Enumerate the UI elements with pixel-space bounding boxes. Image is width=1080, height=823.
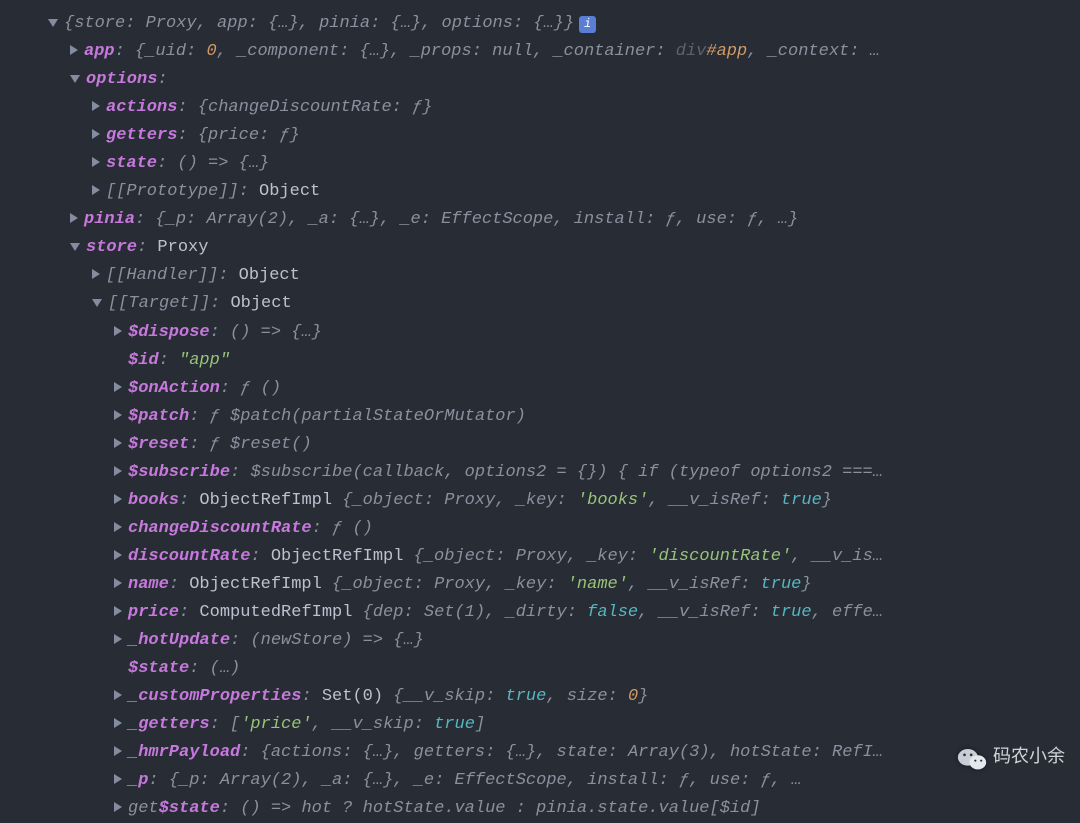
brace-open: { — [64, 10, 74, 38]
chevron-right-icon — [114, 774, 122, 784]
chevron-down-icon — [70, 243, 80, 251]
chevron-right-icon — [114, 326, 122, 336]
prop-target-id[interactable]: $id: "app" — [0, 347, 1080, 375]
chevron-right-icon — [92, 157, 100, 167]
watermark: 码农小余 — [957, 744, 1065, 774]
prop-target-customproperties[interactable]: _customProperties: Set(0) { __v_skip: tr… — [0, 683, 1080, 711]
prop-target-getters[interactable]: _getters: ['price', __v_skip: true] — [0, 711, 1080, 739]
chevron-down-icon — [92, 299, 102, 307]
chevron-right-icon — [114, 522, 122, 532]
chevron-right-icon — [114, 802, 122, 812]
prop-target-hotupdate[interactable]: _hotUpdate: (newStore) => {…} — [0, 627, 1080, 655]
chevron-right-icon — [114, 494, 122, 504]
info-icon[interactable]: i — [579, 16, 596, 33]
chevron-right-icon — [114, 578, 122, 588]
prop-options-actions[interactable]: actions: {changeDiscountRate: ƒ} — [0, 94, 1080, 122]
chevron-right-icon — [92, 101, 100, 111]
prop-target-changediscountrate[interactable]: changeDiscountRate: ƒ () — [0, 515, 1080, 543]
chevron-right-icon — [114, 550, 122, 560]
chevron-right-icon — [114, 466, 122, 476]
prop-target-patch[interactable]: $patch: ƒ $patch(partialStateOrMutator) — [0, 403, 1080, 431]
prop-target-hmrpayload[interactable]: _hmrPayload: { actions: {…}, getters: {…… — [0, 739, 1080, 767]
prop-target-dispose[interactable]: $dispose: () => {…} — [0, 319, 1080, 347]
prop-target-onaction[interactable]: $onAction: ƒ () — [0, 375, 1080, 403]
chevron-right-icon — [70, 45, 78, 55]
prop-target-getstate[interactable]: get $state: () => hot ? hotState.value :… — [0, 795, 1080, 823]
chevron-right-icon — [114, 746, 122, 756]
chevron-right-icon — [114, 690, 122, 700]
chevron-right-icon — [70, 213, 78, 223]
watermark-text: 码农小余 — [993, 744, 1065, 774]
prop-target-reset[interactable]: $reset: ƒ $reset() — [0, 431, 1080, 459]
chevron-right-icon — [114, 718, 122, 728]
prop-pinia[interactable]: pinia: { _p: Array(2), _a: {…}, _e: Effe… — [0, 206, 1080, 234]
prop-store-handler[interactable]: [[Handler]]: Object — [0, 262, 1080, 290]
key: store — [74, 10, 125, 38]
chevron-down-icon — [70, 75, 80, 83]
prop-target-price[interactable]: price: ComputedRefImpl { dep: Set(1), _d… — [0, 599, 1080, 627]
root-summary[interactable]: { store: Proxy, app: {…}, pinia: {…}, op… — [0, 10, 1080, 38]
prop-target-discountrate[interactable]: discountRate: ObjectRefImpl { _object: P… — [0, 543, 1080, 571]
chevron-right-icon — [92, 185, 100, 195]
prop-target-state[interactable]: $state: (…) — [0, 655, 1080, 683]
chevron-down-icon — [48, 19, 58, 27]
chevron-right-icon — [92, 269, 100, 279]
prop-store[interactable]: store: Proxy — [0, 234, 1080, 262]
prop-options[interactable]: options: — [0, 66, 1080, 94]
prop-app[interactable]: app: { _uid: 0, _component: {…}, _props:… — [0, 38, 1080, 66]
chevron-right-icon — [92, 129, 100, 139]
prop-store-target[interactable]: [[Target]]: Object — [0, 290, 1080, 318]
chevron-right-icon — [114, 606, 122, 616]
chevron-right-icon — [114, 634, 122, 644]
prop-options-getters[interactable]: getters: {price: ƒ} — [0, 122, 1080, 150]
wechat-icon — [957, 746, 987, 772]
prop-target-books[interactable]: books: ObjectRefImpl { _object: Proxy, _… — [0, 487, 1080, 515]
prop-target-p[interactable]: _p: { _p: Array(2), _a: {…}, _e: EffectS… — [0, 767, 1080, 795]
chevron-right-icon — [114, 382, 122, 392]
chevron-right-icon — [114, 410, 122, 420]
prop-target-subscribe[interactable]: $subscribe: $subscribe(callback, options… — [0, 459, 1080, 487]
chevron-right-icon — [114, 438, 122, 448]
prop-options-prototype[interactable]: [[Prototype]]: Object — [0, 178, 1080, 206]
prop-options-state[interactable]: state: () => {…} — [0, 150, 1080, 178]
prop-target-name[interactable]: name: ObjectRefImpl { _object: Proxy, _k… — [0, 571, 1080, 599]
